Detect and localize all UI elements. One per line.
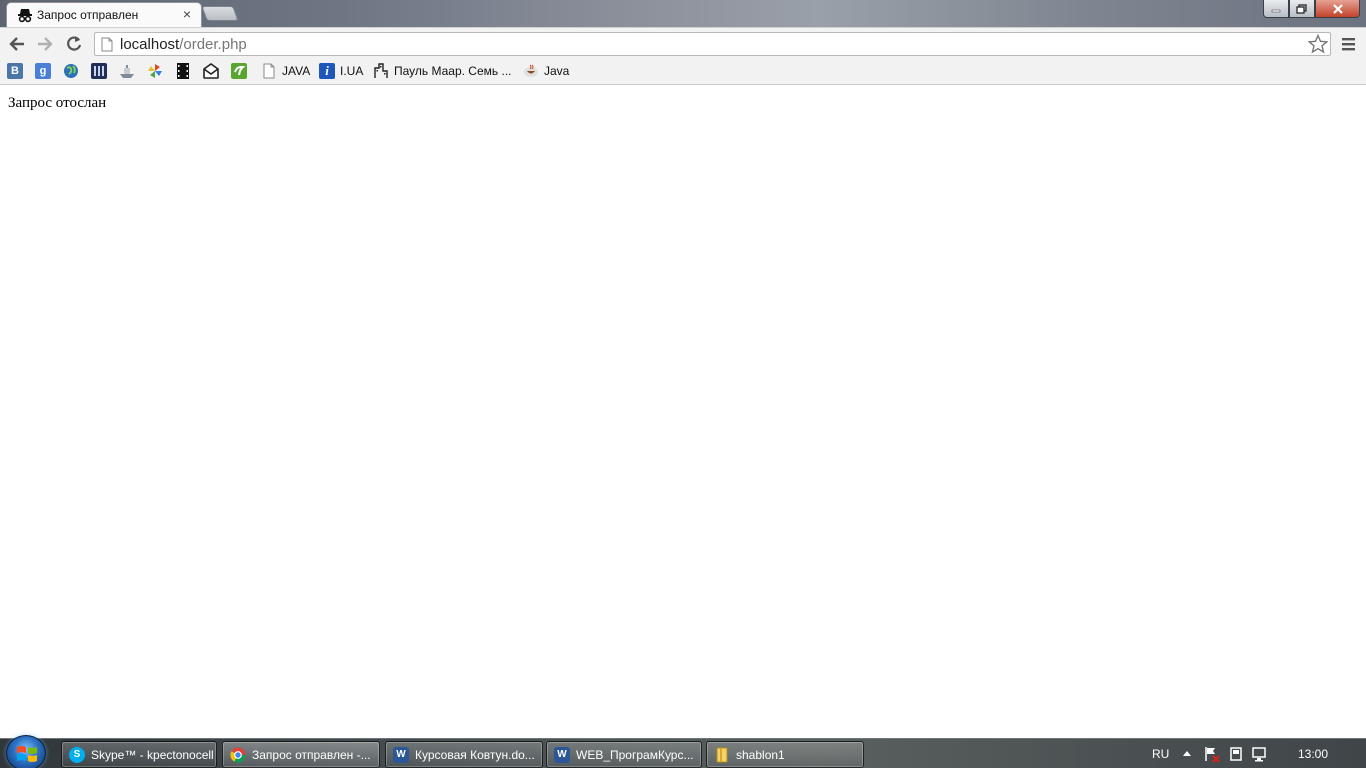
- bookmark-item[interactable]: Пауль Маар. Семь ...: [373, 62, 512, 80]
- address-bar[interactable]: localhost/order.php: [94, 32, 1331, 56]
- library-icon: [91, 63, 107, 79]
- bookmark-item[interactable]: [231, 62, 247, 80]
- restore-button[interactable]: [1289, 0, 1315, 18]
- page-icon: [101, 37, 113, 52]
- bookmark-item[interactable]: [203, 62, 219, 80]
- language-indicator[interactable]: RU: [1152, 739, 1169, 768]
- taskbar-item-label: Курсовая Ковтун.do...: [415, 747, 535, 762]
- taskbar-item-label: Skype™ - kpectonocell: [91, 747, 214, 762]
- show-hidden-icons-icon[interactable]: [1182, 748, 1192, 760]
- java-cup-icon: [524, 64, 538, 77]
- pinwheel-icon: [148, 64, 162, 78]
- bookmark-label: JAVA: [282, 64, 311, 78]
- taskbar-item-label: Запрос отправлен -...: [252, 747, 371, 762]
- word-icon: W: [393, 746, 409, 763]
- back-arrow-icon: [9, 37, 24, 51]
- bookmark-label: Java: [544, 64, 570, 78]
- url-path: /order.php: [179, 36, 247, 53]
- bookmark-item[interactable]: [175, 62, 191, 80]
- tab-active[interactable]: Запрос отправлен ×: [6, 2, 202, 27]
- iua-icon: i: [319, 63, 335, 79]
- taskbar-item-chrome[interactable]: Запрос отправлен -...: [222, 741, 380, 768]
- restore-icon: [1296, 3, 1307, 14]
- windows-taskbar: S Skype™ - kpectonocell Запрос отправлен…: [0, 735, 1366, 768]
- close-icon: [1332, 3, 1343, 14]
- taskbar-item-skype[interactable]: S Skype™ - kpectonocell: [61, 741, 217, 768]
- bookmark-item[interactable]: [63, 62, 79, 80]
- taskbar-item-word[interactable]: W WEB_ПрограмКурс...: [546, 741, 702, 768]
- vk-icon: B: [7, 63, 23, 79]
- bookmarks-bar: B g JAVA i I.UA Пауль Маар. Семь ... Jav…: [0, 59, 1366, 85]
- action-center-flag-icon[interactable]: [1204, 746, 1220, 762]
- bookmark-item[interactable]: B: [7, 62, 23, 80]
- taskbar-item-label: WEB_ПрограмКурс...: [576, 747, 694, 762]
- bookmark-label: Пауль Маар. Семь ...: [394, 64, 512, 78]
- mail-icon: [203, 63, 219, 79]
- page-content: Запрос отослан: [0, 86, 1366, 738]
- bookmark-item[interactable]: [119, 62, 135, 80]
- reload-button[interactable]: [64, 34, 84, 54]
- url-text: localhost/order.php: [120, 36, 247, 53]
- bookmark-item[interactable]: Java: [523, 62, 569, 80]
- reload-icon: [67, 36, 82, 51]
- bookmark-label: I.UA: [340, 64, 364, 78]
- new-tab-button[interactable]: [201, 6, 239, 21]
- taskbar-item-folder[interactable]: shablon1: [706, 741, 864, 768]
- url-host: localhost: [120, 36, 180, 53]
- bookmark-star-icon[interactable]: [1308, 34, 1328, 54]
- globe-icon: [64, 64, 78, 78]
- word-icon: W: [554, 746, 570, 763]
- back-button[interactable]: [7, 34, 27, 54]
- taskbar-item-word[interactable]: W Курсовая Ковтун.do...: [385, 741, 543, 768]
- incognito-favicon-icon: [18, 9, 32, 23]
- chrome-icon: [230, 747, 246, 763]
- windows-logo-icon: [17, 746, 37, 762]
- film-icon: [177, 63, 189, 79]
- forward-arrow-icon: [38, 37, 53, 51]
- window-controls: [1263, 0, 1360, 18]
- status-message: Запрос отослан: [8, 95, 107, 111]
- device-icon[interactable]: [1228, 746, 1244, 762]
- chrome-menu-icon[interactable]: [1340, 34, 1358, 54]
- bookmark-item[interactable]: g: [35, 62, 51, 80]
- minimize-icon: [1271, 9, 1281, 12]
- minimize-button[interactable]: [1263, 0, 1289, 18]
- ship-icon: [120, 65, 134, 78]
- google-icon: g: [35, 63, 51, 79]
- tab-close-icon[interactable]: ×: [180, 6, 194, 22]
- close-window-button[interactable]: [1315, 0, 1360, 18]
- title-bar: Запрос отправлен ×: [0, 0, 1366, 27]
- evernote-icon: [231, 63, 247, 79]
- network-icon[interactable]: [1252, 746, 1268, 762]
- tab-title: Запрос отправлен: [37, 8, 139, 22]
- taskbar-item-label: shablon1: [736, 747, 785, 762]
- clock[interactable]: 13:00: [1298, 739, 1328, 768]
- bookmark-item[interactable]: [147, 62, 163, 80]
- bookmark-item[interactable]: [91, 62, 107, 80]
- start-button[interactable]: [6, 735, 46, 768]
- page-icon: [263, 63, 275, 79]
- browser-toolbar: localhost/order.php: [0, 27, 1366, 59]
- forward-button[interactable]: [35, 34, 55, 54]
- bookmark-item[interactable]: i I.UA: [319, 62, 363, 80]
- building-icon: [374, 63, 388, 78]
- folder-icon: [716, 747, 728, 762]
- skype-icon: S: [69, 746, 85, 763]
- bookmark-item[interactable]: JAVA: [261, 62, 310, 80]
